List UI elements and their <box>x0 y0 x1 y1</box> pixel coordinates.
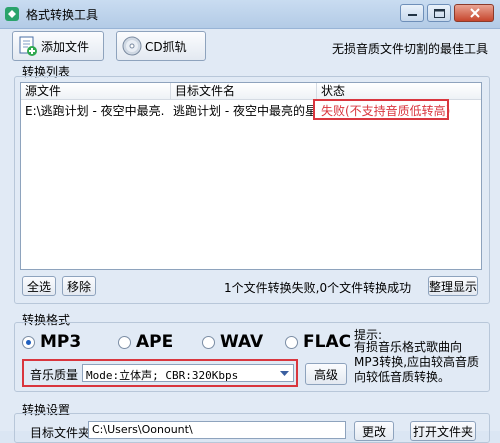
maximize-icon <box>434 9 445 18</box>
list-header: 源文件 目标文件名 状态 <box>21 83 481 100</box>
column-source[interactable]: 源文件 <box>21 83 171 99</box>
cd-rip-label: CD抓轨 <box>145 39 187 54</box>
format-wav[interactable]: WAV <box>220 332 263 352</box>
radio-wav[interactable] <box>202 336 215 349</box>
remove-button[interactable]: 移除 <box>62 276 96 296</box>
minimize-button[interactable] <box>400 4 424 22</box>
row-source[interactable]: E:\逃跑计划 - 夜空中最亮. <box>25 103 171 119</box>
format-flac[interactable]: FLAC <box>303 332 351 352</box>
minimize-icon <box>408 14 417 16</box>
file-list[interactable]: 源文件 目标文件名 状态 E:\逃跑计划 - 夜空中最亮. 逃跑计划 - 夜空中… <box>20 82 482 270</box>
select-all-button[interactable]: 全选 <box>22 276 56 296</box>
format-ape[interactable]: APE <box>136 332 173 352</box>
row-target[interactable]: 逃跑计划 - 夜空中最亮的星. <box>173 103 315 119</box>
quality-label: 音乐质量 <box>30 368 79 382</box>
window-title: 格式转换工具 <box>26 8 99 22</box>
close-icon <box>470 8 480 18</box>
radio-mp3[interactable] <box>22 336 35 349</box>
open-folder-button[interactable]: 打开文件夹 <box>410 421 476 441</box>
hint-text: 有损音乐格式歌曲向MP3转换,应由较高音质向较低音质转换。 <box>354 340 480 384</box>
format-mp3[interactable]: MP3 <box>40 332 81 352</box>
tidy-display-button[interactable]: 整理显示 <box>428 276 478 296</box>
radio-flac[interactable] <box>285 336 298 349</box>
close-button[interactable] <box>454 4 494 22</box>
column-status[interactable]: 状态 <box>317 83 481 99</box>
advanced-button[interactable]: 高级 <box>305 363 347 385</box>
change-folder-button[interactable]: 更改 <box>354 421 394 441</box>
output-folder-label: 目标文件夹 <box>30 426 91 440</box>
quality-select[interactable]: Mode:立体声; CBR:320Kbps <box>82 364 294 382</box>
radio-ape[interactable] <box>118 336 131 349</box>
quality-value: Mode:立体声; CBR:320Kbps <box>86 369 239 382</box>
output-folder-input[interactable]: C:\Users\Oonount\ <box>88 421 346 439</box>
status-highlight <box>313 99 449 120</box>
title-bar: 格式转换工具 <box>0 0 500 29</box>
column-target[interactable]: 目标文件名 <box>171 83 317 99</box>
add-files-label: 添加文件 <box>41 39 90 54</box>
add-file-icon <box>19 36 37 56</box>
chevron-down-icon <box>280 371 289 376</box>
cd-rip-button[interactable]: CD抓轨 <box>116 31 206 61</box>
convert-summary: 1个文件转换失败,0个文件转换成功 <box>224 281 412 295</box>
maximize-button[interactable] <box>427 4 451 22</box>
app-icon <box>5 7 19 21</box>
cd-icon <box>122 36 142 56</box>
tagline: 无损音质文件切割的最佳工具 <box>332 42 489 56</box>
add-files-button[interactable]: 添加文件 <box>12 31 104 61</box>
